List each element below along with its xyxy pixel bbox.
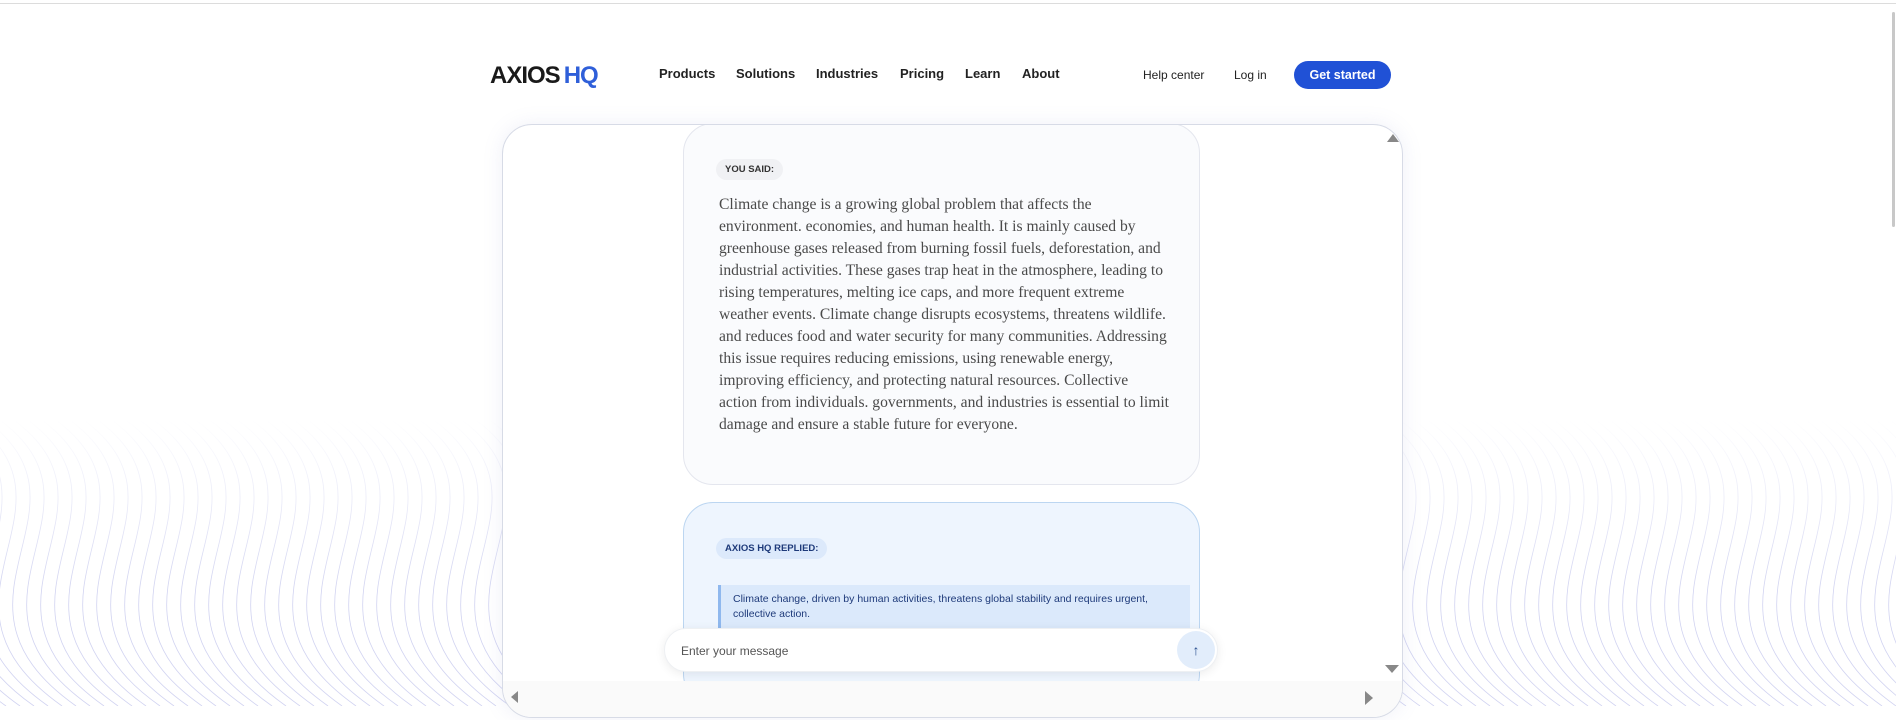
reply-summary: Climate change, driven by human activiti… [718, 585, 1190, 629]
scroll-right-icon[interactable] [1365, 691, 1373, 705]
scroll-left-icon[interactable] [511, 691, 518, 703]
nav-learn[interactable]: Learn [965, 66, 1000, 81]
browser-top-border [0, 3, 1896, 4]
page-scrollbar[interactable] [1892, 12, 1895, 227]
send-button[interactable]: ↑ [1177, 631, 1215, 669]
nav-about[interactable]: About [1022, 66, 1060, 81]
nav-industries[interactable]: Industries [816, 66, 878, 81]
message-input-container: ↑ [664, 628, 1218, 672]
user-message-bubble: YOU SAID: Climate change is a growing gl… [683, 125, 1200, 485]
logo[interactable]: AXIOS HQ [490, 62, 599, 90]
chat-panel: YOU SAID: Climate change is a growing gl… [502, 124, 1403, 718]
user-label: YOU SAID: [716, 159, 784, 180]
get-started-button[interactable]: Get started [1294, 61, 1391, 89]
log-in-link[interactable]: Log in [1234, 68, 1267, 82]
reply-bubble: AXIOS HQ REPLIED: Climate change, driven… [683, 502, 1200, 704]
arrow-up-icon: ↑ [1192, 642, 1200, 658]
scroll-up-icon[interactable] [1387, 134, 1399, 142]
message-input[interactable] [679, 639, 1143, 663]
panel-footer [503, 681, 1402, 717]
help-center-link[interactable]: Help center [1143, 68, 1204, 82]
nav-pricing[interactable]: Pricing [900, 66, 944, 81]
reply-label: AXIOS HQ REPLIED: [716, 538, 828, 559]
nav-solutions[interactable]: Solutions [736, 66, 795, 81]
scroll-down-icon[interactable] [1385, 665, 1399, 673]
nav-products[interactable]: Products [659, 66, 715, 81]
user-message-text: Climate change is a growing global probl… [719, 196, 1169, 433]
